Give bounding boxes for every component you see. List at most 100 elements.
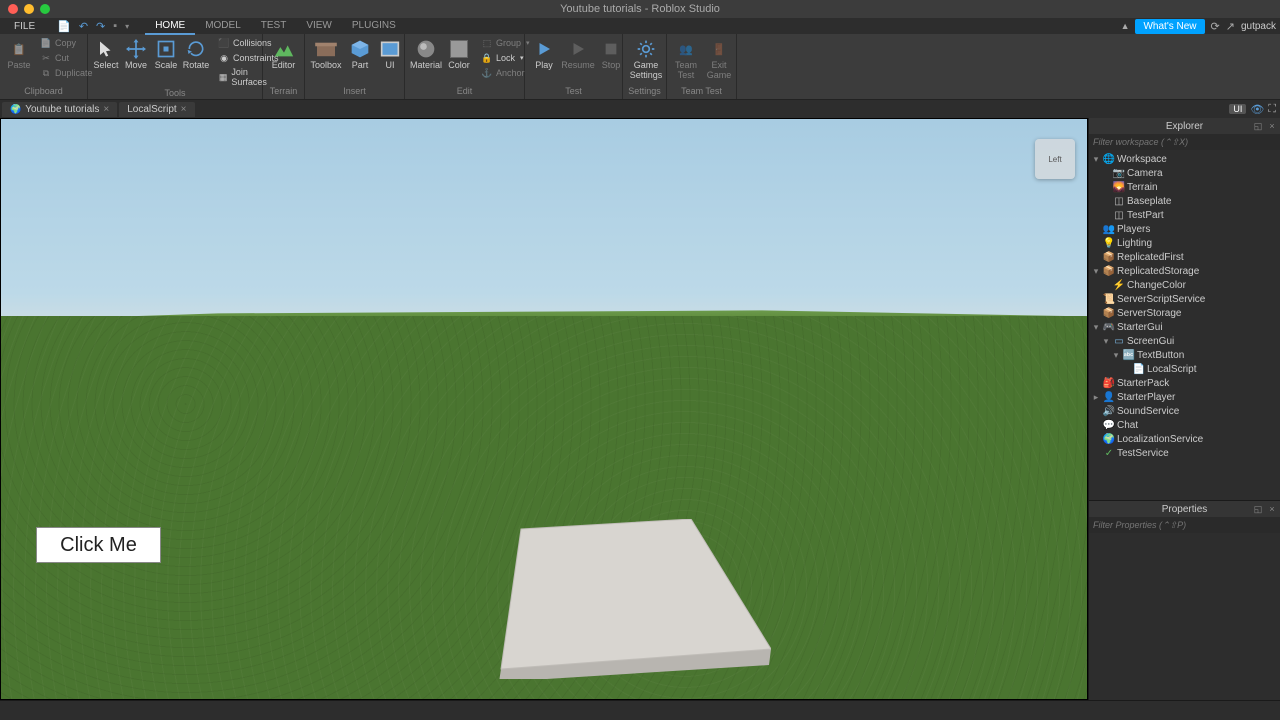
close-panel-icon[interactable]: × <box>1266 503 1278 515</box>
doc-tab-script[interactable]: LocalScript × <box>119 102 194 117</box>
tab-test[interactable]: TEST <box>251 18 297 35</box>
tab-home[interactable]: HOME <box>145 18 195 35</box>
tree-item[interactable]: 📜ServerScriptService <box>1089 292 1280 306</box>
rotate-icon <box>185 38 207 60</box>
tree-twisty-icon[interactable]: ▸ <box>1091 392 1101 403</box>
tree-item-icon: 🎒 <box>1103 377 1115 389</box>
select-button[interactable]: Select <box>92 36 120 73</box>
move-button[interactable]: Move <box>122 36 150 73</box>
terrain-editor-button[interactable]: Editor <box>267 36 300 73</box>
tree-item[interactable]: ◫TestPart <box>1089 208 1280 222</box>
part-icon <box>349 38 371 60</box>
tab-model[interactable]: MODEL <box>195 18 251 35</box>
ui-button[interactable]: UI <box>377 36 403 73</box>
tree-item-icon: 🌐 <box>1103 153 1115 165</box>
tree-twisty-icon[interactable]: ▾ <box>1091 322 1101 333</box>
tree-item[interactable]: 💡Lighting <box>1089 236 1280 250</box>
gui-text-button[interactable]: Click Me <box>36 527 161 563</box>
explorer-tree[interactable]: ▾🌐Workspace📷Camera🌄Terrain◫Baseplate◫Tes… <box>1089 150 1280 500</box>
baseplate-part <box>491 519 771 679</box>
tree-item[interactable]: ▾🔤TextButton <box>1089 348 1280 362</box>
visibility-icon[interactable]: 👁 <box>1250 103 1264 116</box>
notification-chevron-icon[interactable]: ▲ <box>1121 21 1130 31</box>
play-button[interactable]: Play <box>529 36 559 73</box>
explorer-filter-row <box>1089 134 1280 150</box>
tab-view[interactable]: VIEW <box>296 18 342 35</box>
tree-item-label: LocalizationService <box>1117 434 1203 445</box>
properties-filter-input[interactable] <box>1093 520 1276 530</box>
tree-item-icon: 🔤 <box>1123 349 1135 361</box>
rotate-button[interactable]: Rotate <box>182 36 210 73</box>
scale-icon <box>155 38 177 60</box>
tree-item-label: ScreenGui <box>1127 336 1174 347</box>
username-label[interactable]: gutpack <box>1241 21 1276 32</box>
tree-item-icon: 👥 <box>1103 223 1115 235</box>
tree-item[interactable]: 💬Chat <box>1089 418 1280 432</box>
tree-item[interactable]: 📦ServerStorage <box>1089 306 1280 320</box>
scale-button[interactable]: Scale <box>152 36 180 73</box>
exit-icon: 🚪 <box>708 38 730 60</box>
tree-twisty-icon[interactable]: ▾ <box>1091 266 1101 277</box>
tree-item-icon: 📦 <box>1103 251 1115 263</box>
tree-twisty-icon[interactable]: ▾ <box>1111 350 1121 361</box>
ribbon-tabs: HOME MODEL TEST VIEW PLUGINS <box>145 18 406 35</box>
save-icon[interactable]: ▪ <box>113 20 117 32</box>
tree-item-icon: 💬 <box>1103 419 1115 431</box>
expand-icon[interactable]: ⛶ <box>1268 103 1276 116</box>
minimize-window-button[interactable] <box>24 4 34 14</box>
tree-item[interactable]: ▾🎮StarterGui <box>1089 320 1280 334</box>
undo-icon[interactable]: ↶ <box>79 20 88 33</box>
close-tab-icon[interactable]: × <box>181 104 187 115</box>
tree-item-icon: 📜 <box>1103 293 1115 305</box>
tree-item[interactable]: ✓TestService <box>1089 446 1280 460</box>
part-button[interactable]: Part <box>345 36 375 73</box>
tree-item[interactable]: 🌍LocalizationService <box>1089 432 1280 446</box>
game-settings-button[interactable]: Game Settings <box>627 36 665 83</box>
undock-icon[interactable]: ◱ <box>1252 503 1264 515</box>
ui-toggle-button[interactable]: UI <box>1229 104 1246 114</box>
tree-item[interactable]: ⚡ChangeColor <box>1089 278 1280 292</box>
close-window-button[interactable] <box>8 4 18 14</box>
maximize-window-button[interactable] <box>40 4 50 14</box>
close-tab-icon[interactable]: × <box>103 104 109 115</box>
redo-icon[interactable]: ↷ <box>96 20 105 33</box>
tree-item[interactable]: ▸👤StarterPlayer <box>1089 390 1280 404</box>
new-icon[interactable]: 📄 <box>57 20 71 33</box>
tab-plugins[interactable]: PLUGINS <box>342 18 406 35</box>
team-test-button: 👥Team Test <box>671 36 701 83</box>
tree-item[interactable]: 🎒StarterPack <box>1089 376 1280 390</box>
view-cube[interactable]: Left <box>1035 139 1075 179</box>
color-button[interactable]: Color <box>445 36 473 73</box>
tree-item[interactable]: ◫Baseplate <box>1089 194 1280 208</box>
edit-group-label: Edit <box>409 86 520 97</box>
share-icon[interactable]: ↗ <box>1226 20 1235 33</box>
tree-item[interactable]: 🔊SoundService <box>1089 404 1280 418</box>
tree-item[interactable]: 👥Players <box>1089 222 1280 236</box>
tree-item[interactable]: 📷Camera <box>1089 166 1280 180</box>
tree-item[interactable]: 🌄Terrain <box>1089 180 1280 194</box>
close-panel-icon[interactable]: × <box>1266 120 1278 132</box>
whats-new-button[interactable]: What's New <box>1135 19 1204 34</box>
file-menu[interactable]: FILE <box>4 20 45 33</box>
viewport-3d[interactable]: Click Me Left <box>0 118 1088 700</box>
tree-item[interactable]: 📦ReplicatedFirst <box>1089 250 1280 264</box>
tree-item-label: Players <box>1117 224 1150 235</box>
explorer-filter-input[interactable] <box>1093 137 1276 147</box>
toolbox-button[interactable]: Toolbox <box>309 36 343 73</box>
tree-twisty-icon[interactable]: ▾ <box>1091 154 1101 165</box>
undock-icon[interactable]: ◱ <box>1252 120 1264 132</box>
tree-item-label: Baseplate <box>1127 196 1171 207</box>
tree-item-label: ServerScriptService <box>1117 294 1205 305</box>
qat-chevron-icon[interactable]: ▾ <box>125 22 129 31</box>
tree-twisty-icon[interactable]: ▾ <box>1101 336 1111 347</box>
duplicate-icon: ⧉ <box>40 67 52 79</box>
tree-item[interactable]: 📄LocalScript <box>1089 362 1280 376</box>
sync-icon[interactable]: ⟳ <box>1211 20 1220 33</box>
tree-item[interactable]: ▾▭ScreenGui <box>1089 334 1280 348</box>
traffic-lights <box>0 4 50 14</box>
tree-item-label: StarterGui <box>1117 322 1163 333</box>
doc-tab-workspace[interactable]: 🌍 Youtube tutorials × <box>2 102 117 117</box>
tree-item[interactable]: ▾📦ReplicatedStorage <box>1089 264 1280 278</box>
material-button[interactable]: Material <box>409 36 443 73</box>
tree-item[interactable]: ▾🌐Workspace <box>1089 152 1280 166</box>
